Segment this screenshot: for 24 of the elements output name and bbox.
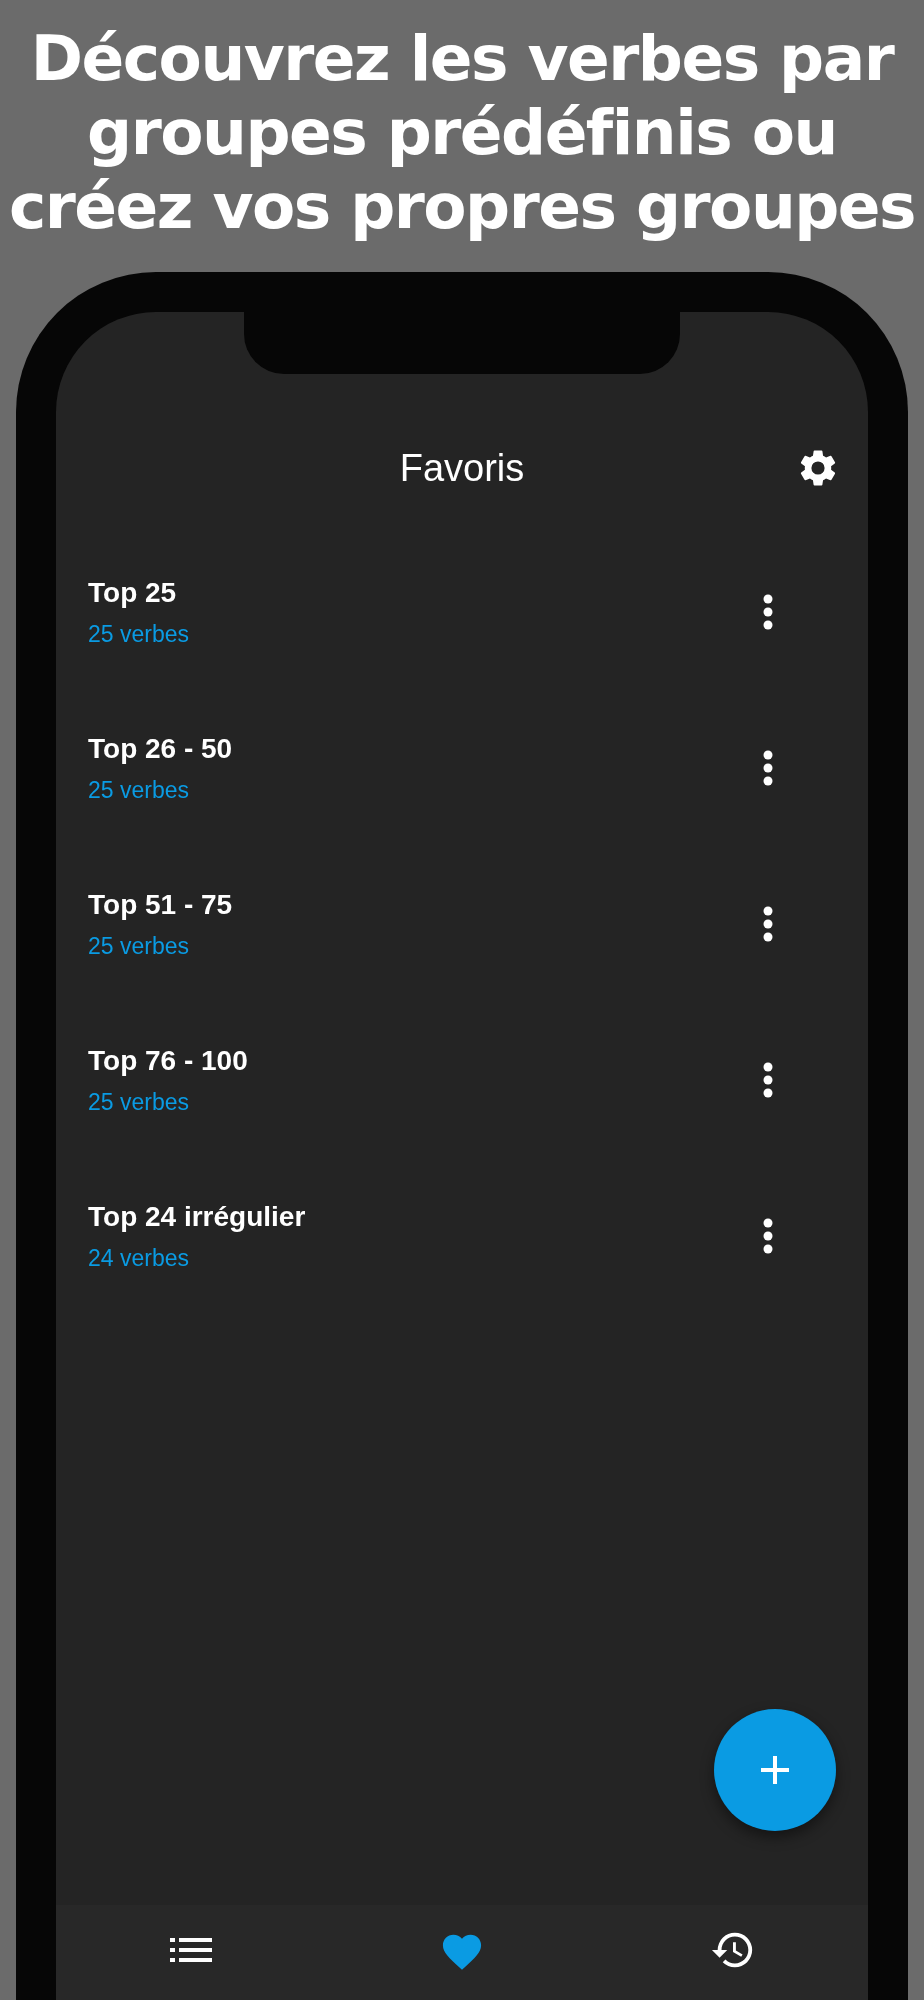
group-item[interactable]: Top 51 - 75 25 verbes	[56, 846, 868, 1002]
group-item[interactable]: Top 76 - 100 25 verbes	[56, 1002, 868, 1158]
group-name: Top 76 - 100	[88, 1044, 248, 1077]
group-name: Top 26 - 50	[88, 732, 233, 765]
verb-count: 25 verbes	[88, 776, 190, 804]
more-icon[interactable]	[763, 906, 773, 942]
more-icon[interactable]	[763, 750, 773, 786]
group-name: Top 51 - 75	[88, 888, 233, 921]
more-icon[interactable]	[763, 1062, 773, 1098]
group-name: Top 24 irrégulier	[88, 1200, 306, 1233]
more-icon[interactable]	[763, 594, 773, 630]
group-item[interactable]: Top 25 25 verbes	[56, 534, 868, 690]
group-name: Top 25	[88, 576, 178, 609]
verb-count: 25 verbes	[88, 620, 189, 648]
plus-icon	[759, 1754, 791, 1786]
verb-count: 25 verbes	[88, 1088, 190, 1116]
verb-count: 24 verbes	[88, 1244, 190, 1272]
screen-title: Favoris	[399, 446, 525, 490]
group-item[interactable]: Top 26 - 50 25 verbes	[56, 690, 868, 846]
headline: Découvrez les verbes par groupes prédéfinis ou créez vos propres groupes	[7, 21, 917, 245]
verb-count: 25 verbes	[88, 932, 190, 960]
list-icon[interactable]	[170, 1937, 213, 1962]
more-icon[interactable]	[763, 1218, 773, 1254]
group-item[interactable]: Top 24 irrégulier 24 verbes	[56, 1158, 868, 1314]
